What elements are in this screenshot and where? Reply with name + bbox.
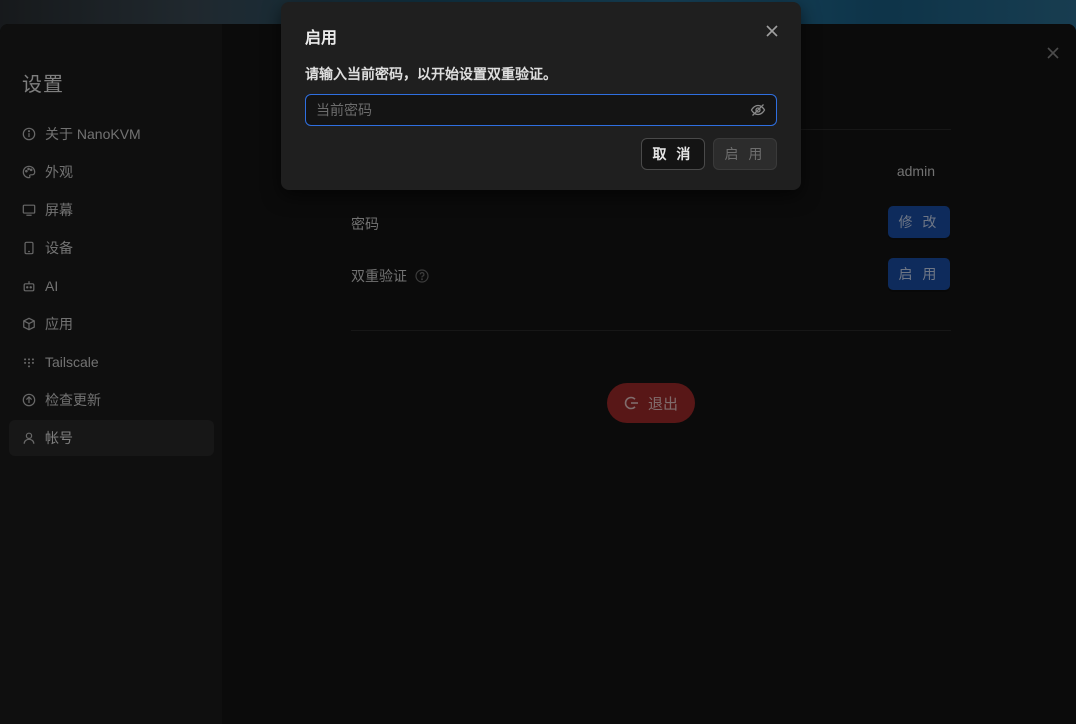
current-password-input[interactable] (316, 102, 750, 118)
dialog-description: 请输入当前密码，以开始设置双重验证。 (305, 66, 557, 82)
cancel-button[interactable]: 取 消 (641, 138, 705, 170)
dialog-title: 启用 (305, 30, 338, 47)
current-password-field[interactable] (305, 94, 777, 126)
eye-off-icon[interactable] (750, 102, 766, 118)
screen: 设置 关于 NanoKVM 外观 屏幕 设备 AI 应用 Tailscale 检… (0, 0, 1076, 724)
enable-button[interactable]: 启 用 (713, 138, 777, 170)
close-icon[interactable] (763, 22, 781, 40)
enable-2fa-dialog: 启用 请输入当前密码，以开始设置双重验证。 取 消 启 用 (281, 2, 801, 190)
